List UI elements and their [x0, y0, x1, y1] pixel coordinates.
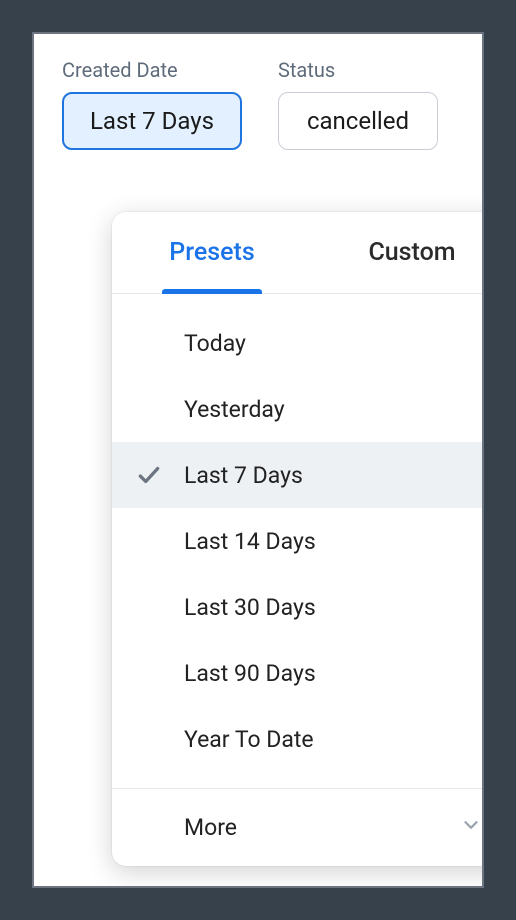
chevron-down-icon: [460, 814, 482, 842]
tab-custom-label: Custom: [368, 238, 455, 267]
filter-label-created-date: Created Date: [62, 58, 242, 82]
date-presets-dropdown: Presets Custom Today Yesterday Last 7 Da…: [112, 212, 484, 866]
dropdown-options-list: Today Yesterday Last 7 Days Last 14 Days…: [112, 294, 484, 788]
created-date-dropdown-button[interactable]: Last 7 Days: [62, 92, 242, 150]
preset-option-label: Year To Date: [136, 726, 314, 753]
preset-option-last-30-days[interactable]: Last 30 Days: [112, 574, 484, 640]
preset-option-label: Last 7 Days: [184, 462, 303, 489]
created-date-value: Last 7 Days: [90, 107, 214, 135]
tab-presets[interactable]: Presets: [112, 212, 312, 293]
more-button[interactable]: More: [112, 788, 484, 866]
preset-option-yesterday[interactable]: Yesterday: [112, 376, 484, 442]
preset-option-label: Today: [136, 330, 246, 357]
status-dropdown-button[interactable]: cancelled: [278, 92, 438, 150]
preset-option-label: Last 30 Days: [136, 594, 316, 621]
filter-row: Created Date Last 7 Days Status cancelle…: [62, 58, 454, 150]
preset-option-label: Last 90 Days: [136, 660, 316, 687]
check-icon: [136, 462, 184, 488]
more-label: More: [184, 814, 237, 841]
filter-label-status: Status: [278, 58, 438, 82]
preset-option-last-7-days[interactable]: Last 7 Days: [112, 442, 484, 508]
preset-option-today[interactable]: Today: [112, 310, 484, 376]
preset-option-year-to-date[interactable]: Year To Date: [112, 706, 484, 772]
app-frame: U Created Date Last 7 Days Status cancel…: [32, 32, 484, 888]
preset-option-label: Last 14 Days: [136, 528, 316, 555]
preset-option-label: Yesterday: [136, 396, 285, 423]
preset-option-last-14-days[interactable]: Last 14 Days: [112, 508, 484, 574]
filter-status: Status cancelled: [278, 58, 438, 150]
filter-created-date: Created Date Last 7 Days: [62, 58, 242, 150]
preset-option-last-90-days[interactable]: Last 90 Days: [112, 640, 484, 706]
tab-custom[interactable]: Custom: [312, 212, 484, 293]
tab-presets-label: Presets: [169, 238, 254, 267]
dropdown-tabs: Presets Custom: [112, 212, 484, 294]
status-value: cancelled: [307, 107, 409, 135]
